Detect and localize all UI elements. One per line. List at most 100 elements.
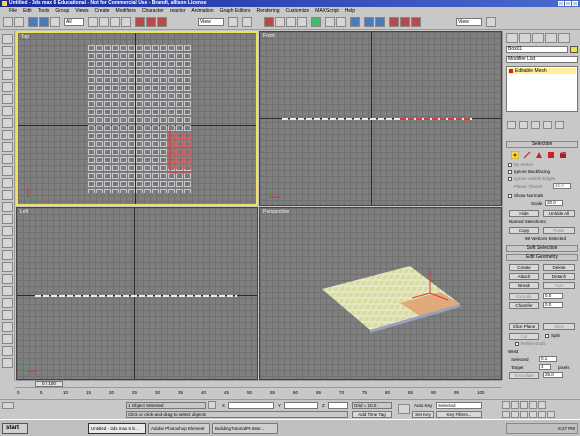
menu-animation[interactable]: Animation (191, 7, 213, 15)
menu-views[interactable]: Views (75, 7, 88, 15)
maxscript-listener-icon[interactable] (2, 402, 14, 409)
menu-reactor[interactable]: reactor (170, 7, 186, 15)
make-unique-icon[interactable] (531, 121, 540, 129)
go-to-end-icon[interactable] (538, 401, 546, 409)
object-color-swatch[interactable] (570, 46, 578, 53)
paste-button[interactable]: Paste (543, 227, 575, 234)
create-animation-icon[interactable] (2, 310, 13, 320)
angle-snap-icon[interactable] (275, 17, 285, 27)
remove-modifier-icon[interactable] (543, 121, 552, 129)
bind-space-warp-icon[interactable] (50, 17, 60, 27)
select-link-icon[interactable] (28, 17, 38, 27)
menu-group[interactable]: Group (55, 7, 69, 15)
redo-icon[interactable] (14, 17, 24, 27)
rectangular-selection-icon[interactable] (110, 17, 120, 27)
selection-rollout-header[interactable]: Selection (506, 141, 578, 148)
pivot-center-icon[interactable] (228, 17, 238, 27)
maximize-viewport-icon[interactable] (547, 411, 555, 418)
edge-mode-icon[interactable] (523, 151, 531, 159)
spinner-snap-icon[interactable] (297, 17, 307, 27)
maximize-button[interactable] (565, 1, 571, 6)
menu-help[interactable]: Help (345, 7, 355, 15)
weld-target-spinner[interactable]: 4 (539, 364, 551, 370)
water-icon[interactable] (2, 178, 13, 188)
ignore-backfacing-checkbox[interactable] (508, 170, 512, 174)
plane-icon[interactable] (2, 94, 13, 104)
auto-key-label[interactable]: Auto Key (414, 403, 432, 408)
snaps-toggle-icon[interactable] (264, 17, 274, 27)
create-tab-icon[interactable] (506, 33, 518, 43)
menu-file[interactable]: File (9, 7, 17, 15)
tessellate-spinner[interactable]: 25.0 (543, 372, 563, 378)
rigid-body-icon[interactable] (2, 34, 13, 44)
close-button[interactable] (572, 1, 578, 6)
menu-create[interactable]: Create (95, 7, 110, 15)
ref-coord-system[interactable]: View (198, 18, 224, 26)
hinge-icon[interactable] (2, 214, 13, 224)
percent-snap-icon[interactable] (286, 17, 296, 27)
lock-selection-icon[interactable] (208, 401, 216, 409)
render-type-select[interactable]: View (456, 18, 482, 26)
select-scale-icon[interactable] (157, 17, 167, 27)
delete-button[interactable]: Delete (543, 264, 575, 271)
next-frame-icon[interactable] (529, 401, 537, 409)
spring-icon[interactable] (2, 106, 13, 116)
weld-selected-spinner[interactable]: 0.1 (539, 356, 557, 362)
key-selection-dropdown[interactable]: Selected (436, 402, 482, 409)
rope-modifier-icon[interactable] (2, 262, 13, 272)
by-vertex-checkbox[interactable] (508, 163, 512, 167)
mirror-icon[interactable] (325, 17, 335, 27)
dashpot-icon[interactable] (2, 118, 13, 128)
property-editor-icon[interactable] (2, 274, 13, 284)
slice-button[interactable]: Slice (543, 323, 575, 330)
pin-stack-icon[interactable] (507, 121, 516, 129)
zoom-all-icon[interactable] (511, 411, 519, 418)
display-tab-icon[interactable] (558, 33, 570, 43)
menu-rendering[interactable]: Rendering (256, 7, 279, 15)
soft-body-modifier-icon[interactable] (2, 250, 13, 260)
slice-plane-button[interactable]: Slice Plane (509, 323, 539, 330)
unhide-all-button[interactable]: Unhide All (543, 210, 575, 217)
configure-sets-icon[interactable] (555, 121, 564, 129)
cloth-icon[interactable] (2, 46, 13, 56)
align-icon[interactable] (336, 17, 346, 27)
menu-character[interactable]: Character (142, 7, 164, 15)
play-icon[interactable] (520, 401, 528, 409)
set-key-icon[interactable] (398, 404, 410, 414)
polygon-mode-icon[interactable] (547, 151, 555, 159)
add-time-tag-button[interactable]: Add Time Tag (352, 411, 392, 418)
material-editor-icon[interactable] (389, 17, 399, 27)
extrude-spinner[interactable]: 0.0 (543, 293, 563, 299)
z-coordinate-field[interactable] (328, 402, 348, 409)
cloth-modifier-icon[interactable] (2, 238, 13, 248)
curve-editor-icon[interactable] (364, 17, 374, 27)
track-bar[interactable]: 0 5 10 15 20 25 30 35 40 45 50 55 60 65 … (15, 387, 502, 399)
rope-icon[interactable] (2, 70, 13, 80)
tessellate-button[interactable]: Tessellate (509, 372, 539, 379)
menu-customize[interactable]: Customize (286, 7, 310, 15)
check-convexity-icon[interactable] (2, 322, 13, 332)
layer-manager-icon[interactable] (350, 17, 360, 27)
selection-filter[interactable]: All (64, 18, 84, 26)
menu-maxscript[interactable]: MAXScript (315, 7, 339, 15)
vertex-mode-icon[interactable] (511, 151, 519, 159)
y-coordinate-field[interactable] (284, 402, 318, 409)
object-name-field[interactable]: Box01 (506, 46, 568, 53)
menu-tools[interactable]: Tools (38, 7, 50, 15)
attach-button[interactable]: Attach (509, 273, 539, 280)
select-by-name-icon[interactable] (99, 17, 109, 27)
edit-geometry-rollout[interactable]: Edit Geometry (506, 254, 578, 261)
menu-graph-editors[interactable]: Graph Editors (220, 7, 251, 15)
undo-icon[interactable] (3, 17, 13, 27)
go-to-start-icon[interactable] (502, 401, 510, 409)
menu-edit[interactable]: Edit (23, 7, 32, 15)
viewport-left[interactable]: Left (16, 207, 258, 380)
modifier-list-dropdown[interactable]: Modifier List (506, 56, 578, 63)
set-key-button[interactable]: Set Key (412, 411, 434, 418)
deforming-mesh-icon[interactable] (2, 82, 13, 92)
face-mode-icon[interactable] (535, 151, 543, 159)
chamfer-button[interactable]: Chamfer (509, 302, 539, 309)
show-normals-checkbox[interactable] (508, 194, 512, 198)
preview-animation-icon[interactable] (2, 298, 13, 308)
schematic-view-icon[interactable] (375, 17, 385, 27)
